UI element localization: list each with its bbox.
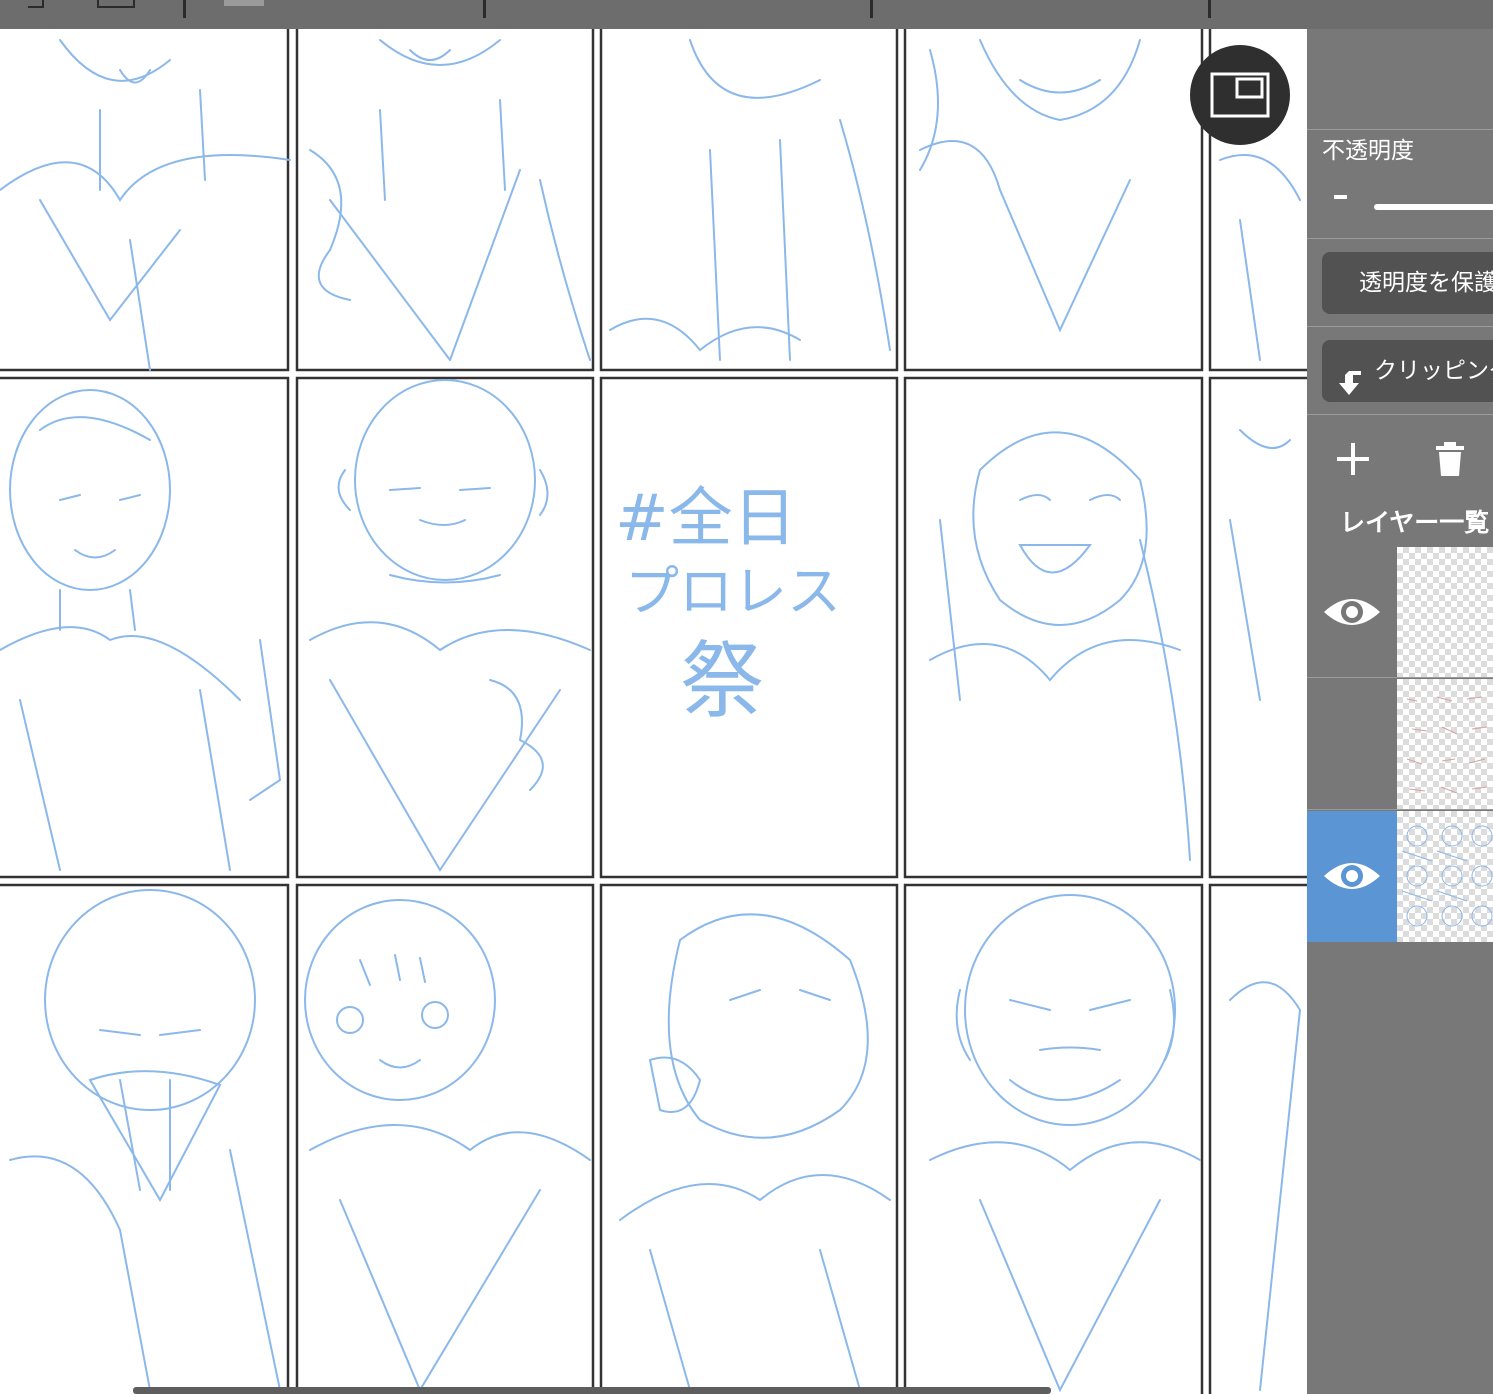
- panel-divider: [1307, 326, 1493, 327]
- layer-divider: [1307, 809, 1493, 810]
- protect-alpha-label: 透明度を保護: [1359, 270, 1493, 296]
- toolbar-divider: [1208, 0, 1211, 18]
- panel-note-line: プロレス: [625, 560, 841, 623]
- sketch-strokes: [0, 39, 1302, 1393]
- plus-icon: [1337, 443, 1369, 475]
- panel-divider: [1307, 129, 1493, 130]
- layer-thumbnail: [1397, 679, 1493, 810]
- layer-thumbnail: [1397, 811, 1493, 942]
- sketch-artwork: #全日 プロレス 祭: [0, 29, 1307, 1394]
- comic-panel-frames: [0, 29, 1307, 1394]
- clipping-button[interactable]: クリッピング: [1322, 340, 1493, 402]
- layer-row[interactable]: [1307, 547, 1493, 678]
- panel-note: #全日 プロレス 祭: [615, 482, 841, 730]
- add-layer-button[interactable]: [1334, 440, 1372, 478]
- horizontal-scrollbar[interactable]: [133, 1387, 1051, 1394]
- toolbar-divider: [183, 0, 186, 18]
- layer-row[interactable]: [1307, 679, 1493, 810]
- protect-alpha-button[interactable]: 透明度を保護: [1322, 252, 1493, 314]
- layer-visibility-toggle[interactable]: [1307, 547, 1397, 678]
- opacity-slider[interactable]: [1374, 204, 1493, 210]
- panel-note-line: #全日: [615, 482, 797, 556]
- panel-divider: [1307, 414, 1493, 415]
- clipping-label: クリッピング: [1374, 358, 1493, 384]
- trash-icon: [1436, 442, 1464, 476]
- panel-divider: [1307, 238, 1493, 239]
- toolbar-divider: [483, 0, 486, 18]
- layer-visibility-toggle[interactable]: [1307, 679, 1397, 810]
- layer-divider: [1307, 677, 1493, 678]
- window-layout-icon: [1210, 72, 1270, 118]
- toolbar-divider: [870, 0, 873, 18]
- blue-sketch-thumbnail: [1401, 825, 1493, 927]
- eye-icon: [1324, 599, 1380, 625]
- eye-icon: [1324, 863, 1380, 889]
- red-sketch-thumbnail: [1406, 696, 1488, 794]
- panel-note-line: 祭: [680, 632, 764, 730]
- top-toolbar: [0, 0, 1493, 29]
- opacity-decrease-button[interactable]: [1334, 195, 1347, 199]
- canvas-icon[interactable]: [97, 0, 135, 8]
- opacity-label: 不透明度: [1322, 138, 1414, 164]
- layer-panel: 不透明度 透明度を保護 クリッピング レイヤー一覧: [1307, 29, 1493, 1394]
- clipping-arrow-icon: [1339, 359, 1363, 421]
- layer-icon[interactable]: [224, 0, 264, 6]
- redo-icon[interactable]: [28, 0, 44, 8]
- layer-thumbnail: [1397, 547, 1493, 678]
- delete-layer-button[interactable]: [1435, 440, 1465, 478]
- layer-visibility-toggle[interactable]: [1307, 811, 1397, 942]
- layer-row-selected[interactable]: [1307, 811, 1493, 942]
- layer-list-title: レイヤー一覧: [1340, 508, 1490, 537]
- view-toggle-button[interactable]: [1190, 45, 1290, 145]
- drawing-canvas[interactable]: #全日 プロレス 祭: [0, 29, 1307, 1394]
